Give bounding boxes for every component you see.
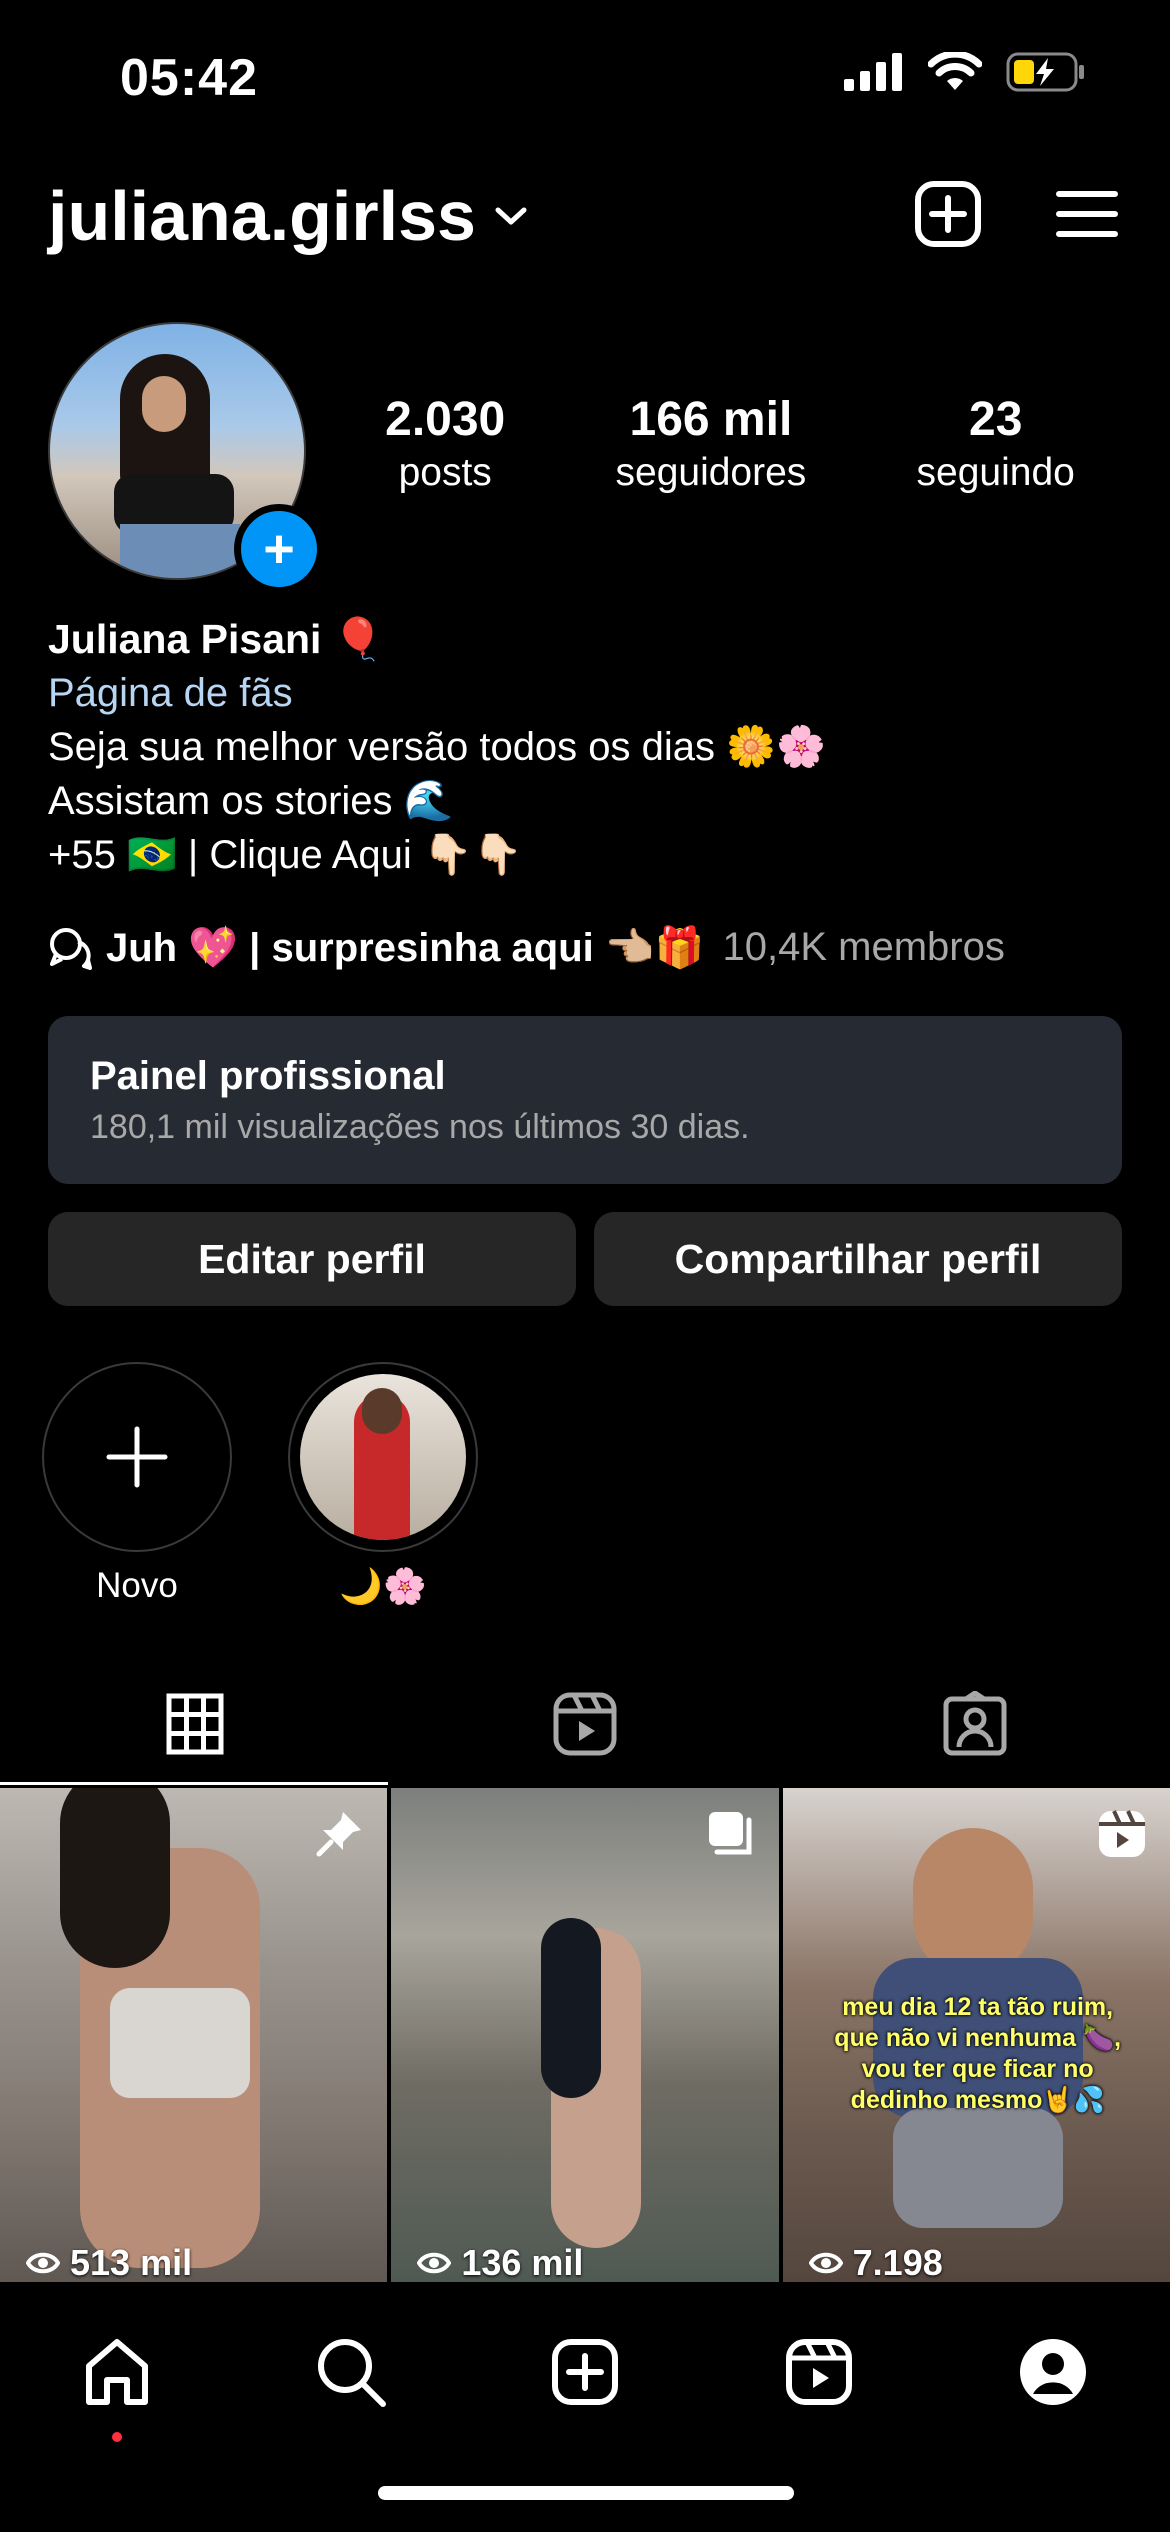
bio-line: Seja sua melhor versão todos os dias 🌼🌸 xyxy=(48,725,826,769)
username: juliana.girlss xyxy=(48,177,476,255)
reels-icon xyxy=(553,1692,617,1756)
profile-bio: Juliana Pisani 🎈 Página de fãs Seja sua … xyxy=(48,612,826,882)
highlight-circle xyxy=(288,1362,478,1552)
post-views: 7.198 xyxy=(808,2242,943,2282)
active-tab-indicator xyxy=(0,1782,388,1785)
highlight-new-circle xyxy=(42,1362,232,1552)
channel-title: Juh 💖 | surpresinha aqui 👈🏼🎁 xyxy=(106,926,705,970)
eye-icon xyxy=(26,2252,60,2274)
views-count: 513 mil xyxy=(70,2242,193,2282)
highlight-label: Novo xyxy=(96,1566,178,1605)
stat-label: posts xyxy=(398,451,492,494)
reel-icon xyxy=(1098,1810,1145,1857)
edit-profile-button[interactable]: Editar perfil xyxy=(48,1212,576,1306)
views-count: 7.198 xyxy=(852,2242,943,2282)
chevron-down-icon xyxy=(495,207,527,225)
stat-posts[interactable]: 2.030 posts xyxy=(385,392,505,495)
highlight-new[interactable]: Novo xyxy=(42,1362,232,1606)
bio-line: +55 🇧🇷 | Clique Aqui 👇🏻👇🏻 xyxy=(48,833,523,877)
create-icon xyxy=(552,2339,618,2405)
battery-icon xyxy=(1006,52,1084,92)
profile-avatar[interactable]: + xyxy=(48,322,324,594)
wifi-icon xyxy=(928,52,982,90)
dashboard-title: Painel profissional xyxy=(90,1054,446,1098)
notification-dot xyxy=(112,2432,122,2442)
dashboard-subtitle: 180,1 mil visualizações nos últimos 30 d… xyxy=(90,1108,750,1146)
carousel-icon xyxy=(708,1812,752,1855)
post-caption: meu dia 12 ta tão ruim, que não vi nenhu… xyxy=(834,1993,1122,2114)
tagged-icon xyxy=(943,1691,1007,1756)
stat-value: 23 xyxy=(969,393,1023,446)
post-thumbnail[interactable]: 136 mil xyxy=(391,1788,779,2282)
channel-icon xyxy=(50,927,92,970)
post-thumbnail[interactable]: meu dia 12 ta tão ruim, que não vi nenhu… xyxy=(782,1788,1170,2282)
views-count: 136 mil xyxy=(461,2242,584,2282)
highlight-item[interactable]: 🌙🌸 xyxy=(288,1362,478,1607)
post-thumbnail[interactable]: 513 mil xyxy=(0,1788,388,2282)
add-story-button[interactable]: + xyxy=(234,504,324,594)
nav-search[interactable] xyxy=(291,2322,411,2422)
profile-tabs xyxy=(0,1660,1170,1788)
tab-reels[interactable] xyxy=(390,1660,780,1788)
status-icons xyxy=(844,52,1086,92)
stat-label: seguindo xyxy=(916,451,1075,494)
eye-icon xyxy=(417,2252,452,2274)
stat-value: 166 mil xyxy=(629,393,793,446)
grid-icon xyxy=(166,1693,224,1755)
menu-icon[interactable] xyxy=(1056,189,1118,239)
search-icon xyxy=(318,2339,386,2407)
profile-stats: 2.030 posts 166 mil seguidores 23 seguin… xyxy=(330,392,1130,495)
nav-reels[interactable] xyxy=(759,2322,879,2422)
nav-home[interactable] xyxy=(57,2322,177,2442)
eye-icon xyxy=(808,2252,843,2274)
professional-dashboard[interactable]: Painel profissional 180,1 mil visualizaç… xyxy=(48,1016,1122,1184)
profile-category[interactable]: Página de fãs xyxy=(48,666,826,720)
tab-tagged[interactable] xyxy=(780,1660,1170,1788)
home-icon xyxy=(86,2339,148,2405)
stat-label: seguidores xyxy=(615,451,807,494)
highlight-label: 🌙🌸 xyxy=(339,1567,427,1606)
broadcast-channel-link[interactable]: Juh 💖 | surpresinha aqui 👈🏼🎁 10,4K membr… xyxy=(48,924,1005,971)
share-profile-button[interactable]: Compartilhar perfil xyxy=(594,1212,1122,1306)
status-time: 05:42 xyxy=(120,49,258,107)
home-indicator xyxy=(378,2486,794,2500)
plus-icon xyxy=(106,1426,168,1488)
profile-icon xyxy=(1020,2339,1086,2405)
stat-following[interactable]: 23 seguindo xyxy=(917,392,1075,495)
post-views: 513 mil xyxy=(26,2242,192,2282)
stat-value: 2.030 xyxy=(385,393,506,446)
reels-icon xyxy=(786,2339,852,2405)
create-post-icon[interactable] xyxy=(914,180,982,248)
posts-grid: 513 mil 136 mil meu dia 12 ta tão ruim, … xyxy=(0,1788,1170,2282)
tab-grid[interactable] xyxy=(0,1660,390,1788)
stat-followers[interactable]: 166 mil seguidores xyxy=(616,392,807,495)
username-switcher[interactable]: juliana.girlss xyxy=(48,176,528,256)
highlight-cover xyxy=(300,1374,466,1540)
nav-create[interactable] xyxy=(525,2322,645,2422)
nav-profile[interactable] xyxy=(993,2322,1113,2422)
channel-members: 10,4K membros xyxy=(722,925,1005,969)
bio-line: Assistam os stories 🌊 xyxy=(48,779,454,823)
signal-icon xyxy=(844,53,902,91)
post-views: 136 mil xyxy=(417,2242,583,2282)
profile-name: Juliana Pisani 🎈 xyxy=(48,616,384,662)
pinned-icon xyxy=(316,1812,362,1857)
header-actions xyxy=(914,180,1118,248)
